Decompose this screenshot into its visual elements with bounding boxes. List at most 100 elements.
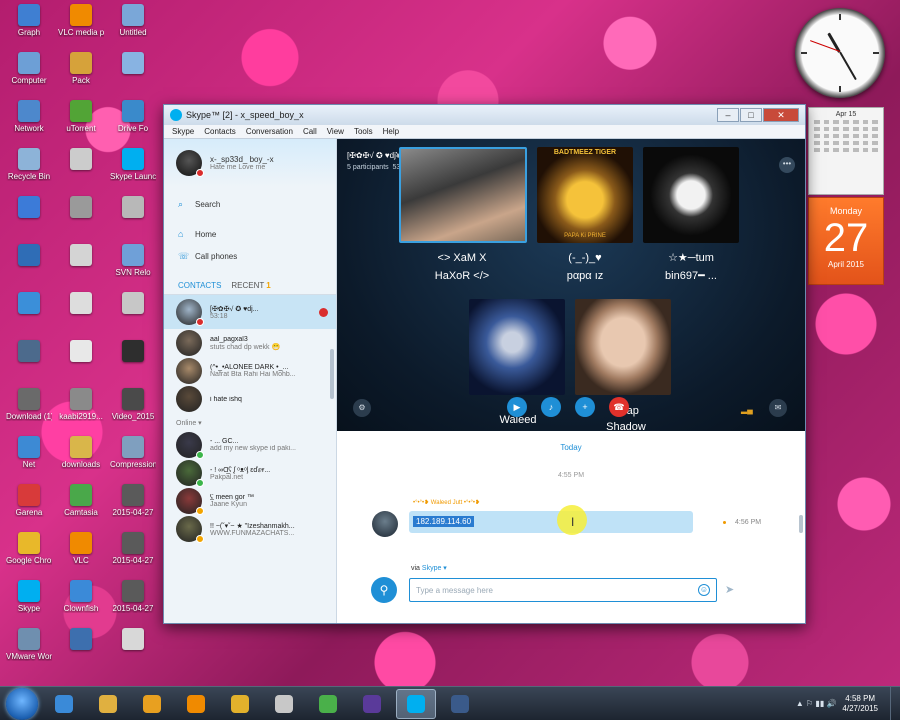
desktop-icon[interactable] — [110, 628, 156, 652]
desktop-icon[interactable]: Camtasia — [58, 484, 104, 517]
desktop-icon[interactable]: Download (1) — [6, 388, 52, 421]
tray-clock[interactable]: 4:58 PM 4/27/2015 — [842, 694, 878, 714]
desktop-icon[interactable]: uTorrent — [58, 100, 104, 133]
more-options-button[interactable]: ••• — [779, 157, 795, 173]
desktop-icon[interactable]: Skype — [6, 580, 52, 613]
call-settings-icon[interactable]: ⚙ — [353, 399, 371, 417]
tab-recent[interactable]: RECENT 1 — [231, 281, 270, 290]
sender-avatar[interactable] — [372, 511, 398, 537]
desktop-icon[interactable] — [58, 244, 104, 268]
menu-view[interactable]: View — [327, 125, 344, 138]
message-input[interactable] — [416, 580, 686, 600]
desktop-icon[interactable] — [58, 148, 104, 172]
desktop-icon[interactable] — [110, 196, 156, 220]
minimize-button[interactable]: – — [717, 108, 739, 122]
calendar-day-gadget[interactable]: Monday 27 April 2015 — [808, 197, 884, 285]
menu-call[interactable]: Call — [303, 125, 317, 138]
contact-item[interactable]: aal_pagxal3 stuts chad dp wekk 😁 — [164, 329, 336, 357]
desktop-icon[interactable]: Google Chrome — [6, 532, 52, 565]
add-participant-button[interactable]: + — [575, 397, 595, 417]
desktop-icon[interactable] — [58, 340, 104, 364]
desktop-icon[interactable] — [6, 196, 52, 220]
menu-skype[interactable]: Skype — [172, 125, 194, 138]
participant-video-tile[interactable] — [399, 147, 527, 243]
desktop-icon[interactable]: VLC media player — [58, 4, 104, 37]
profile-header[interactable]: x-_sp33d_ boy_-x Hate me Love me — [164, 139, 336, 187]
message-bubble[interactable]: 182.189.114.60 I — [409, 505, 693, 535]
start-button[interactable] — [6, 687, 38, 720]
desktop-icon[interactable]: Graph — [6, 4, 52, 37]
desktop-icon[interactable] — [58, 292, 104, 316]
hang-up-button[interactable]: ☎ — [609, 397, 629, 417]
emoticon-icon[interactable]: ☺ — [698, 584, 710, 596]
show-desktop-button[interactable] — [890, 687, 900, 720]
desktop-icon[interactable]: Network — [6, 100, 52, 133]
mute-button[interactable]: ♪ — [541, 397, 561, 417]
desktop-icon[interactable]: Untitled — [110, 4, 156, 37]
desktop-icon[interactable] — [58, 628, 104, 652]
sidebar-scrollbar[interactable] — [330, 349, 334, 399]
taskbar-item[interactable] — [176, 689, 216, 719]
clock-gadget[interactable] — [795, 8, 885, 98]
window-titlebar[interactable]: Skype™ [2] - x_speed_boy_x – □ ✕ — [164, 105, 805, 125]
desktop-icon[interactable]: SVN Relo — [110, 244, 156, 277]
desktop-icon[interactable]: 2015-04-27 — [110, 580, 156, 613]
desktop-icon[interactable] — [110, 52, 156, 76]
close-button[interactable]: ✕ — [763, 108, 799, 122]
tab-contacts[interactable]: CONTACTS — [178, 281, 221, 290]
menu-tools[interactable]: Tools — [354, 125, 373, 138]
menu-conversation[interactable]: Conversation — [246, 125, 293, 138]
desktop-icon[interactable]: 2015-04-27 — [110, 484, 156, 517]
desktop-icon[interactable]: Garena — [6, 484, 52, 517]
taskbar-item[interactable] — [396, 688, 436, 719]
contact-item[interactable]: [✠✿✠√ ✪ ♥dj... 53:18 — [164, 295, 336, 329]
video-toggle-button[interactable]: ▶ — [507, 397, 527, 417]
desktop-icon[interactable] — [6, 292, 52, 316]
taskbar-item[interactable] — [352, 689, 392, 719]
desktop-icon[interactable]: VLC — [58, 532, 104, 565]
contact-item[interactable]: i hate ishq — [164, 385, 336, 413]
desktop-icon[interactable]: downloads — [58, 436, 104, 469]
online-group-label[interactable]: Online ▾ — [164, 413, 336, 431]
taskbar-item[interactable] — [220, 689, 260, 719]
desktop-icon[interactable]: Drive Fo — [110, 100, 156, 133]
profile-avatar[interactable] — [176, 150, 204, 177]
taskbar-item[interactable] — [132, 689, 172, 719]
desktop-icon[interactable] — [6, 244, 52, 268]
contact-item[interactable]: (^•_•ALONEE DARK •_... Nafrat Bta Rahi Ha… — [164, 357, 336, 385]
send-icon[interactable]: ➤ — [725, 583, 734, 596]
contact-item[interactable]: ʕ̲ meen gor ™ Jaane Kyun — [164, 487, 336, 515]
desktop-icon[interactable]: Video_2015 — [110, 388, 156, 421]
end-call-icon[interactable] — [319, 308, 328, 317]
participant-avatar-tile[interactable] — [469, 299, 565, 395]
desktop-icon[interactable] — [110, 340, 156, 364]
taskbar-item[interactable] — [440, 689, 480, 719]
desktop-icon[interactable]: Compression — [110, 436, 156, 469]
message-text[interactable]: 182.189.114.60 — [413, 516, 475, 527]
chat-toggle-icon[interactable]: ✉ — [769, 399, 787, 417]
home-link[interactable]: ⌂ Home — [164, 223, 336, 245]
taskbar-item[interactable] — [88, 689, 128, 719]
desktop-icon[interactable]: Recycle Bin — [6, 148, 52, 181]
desktop-icon[interactable]: VMware Workstation — [6, 628, 52, 661]
desktop-icon[interactable]: Skype Launcher — [110, 148, 156, 181]
desktop-icon[interactable]: Pack — [58, 52, 104, 85]
contact-item[interactable]: !! ~(˘▾˘~ ★ "Izeshanmakh... WWW.FUNMAZACH… — [164, 515, 336, 543]
menu-contacts[interactable]: Contacts — [204, 125, 236, 138]
desktop-icon[interactable]: Computer — [6, 52, 52, 85]
contact-item[interactable]: - ... GC... add my new skype id paki... — [164, 431, 336, 459]
contact-item[interactable]: - ! ∞Ɑ̲ʕ ᶘ ᵒᴥᵒᶅ εďⅇɍ... Pakpal.net — [164, 459, 336, 487]
taskbar-item[interactable] — [264, 689, 304, 719]
desktop-icon[interactable] — [6, 340, 52, 364]
participant-avatar-tile[interactable] — [575, 299, 671, 395]
desktop-icon[interactable] — [110, 292, 156, 316]
calendar-month-gadget[interactable]: Apr 15 — [808, 107, 884, 195]
chat-scrollbar[interactable] — [799, 515, 803, 533]
desktop-icon[interactable]: 2015-04-27 — [110, 532, 156, 565]
call-phones-link[interactable]: ☏ Call phones — [164, 245, 336, 267]
send-via-dropdown[interactable]: Skype ▾ — [422, 565, 447, 572]
taskbar-item[interactable] — [44, 689, 84, 719]
desktop-icon[interactable]: Net — [6, 436, 52, 469]
menu-help[interactable]: Help — [383, 125, 399, 138]
desktop-icon[interactable]: kaabi2919... — [58, 388, 104, 421]
